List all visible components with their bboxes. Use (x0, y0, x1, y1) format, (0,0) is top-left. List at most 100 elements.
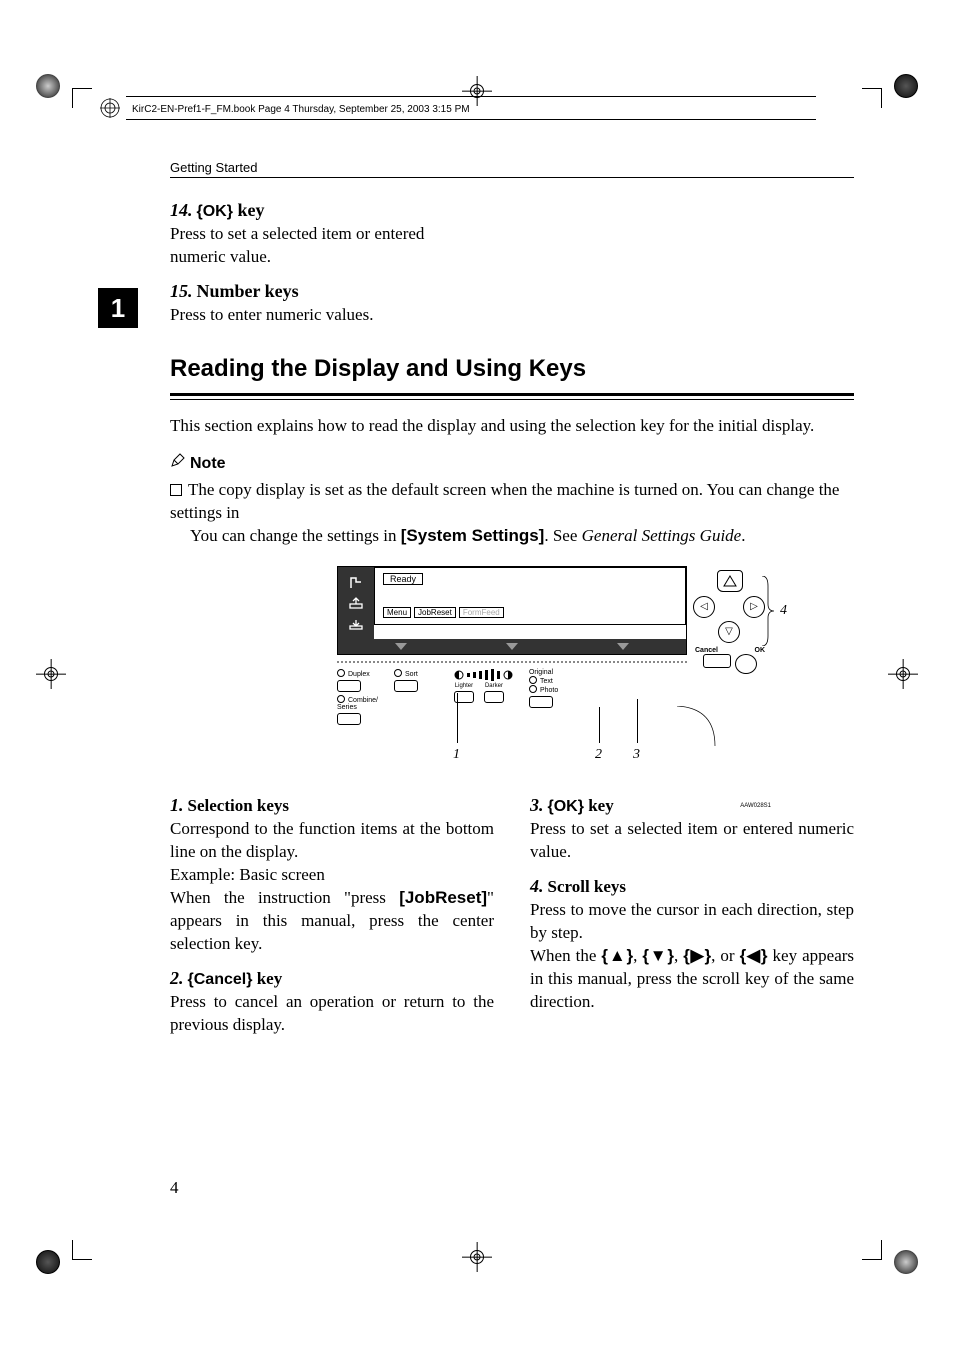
crop-mark-bl (36, 1250, 60, 1274)
crop-mark-br (894, 1250, 918, 1274)
duplex-label: Duplex (348, 671, 370, 678)
item-4-p2: When the {▲}, {▼}, {▶}, or {◀} key appea… (530, 945, 854, 1014)
darker-button (484, 691, 504, 703)
item-14-body: Press to set a selected item or entered … (170, 223, 480, 269)
item-1-jobreset-key: [JobReset] (399, 888, 487, 907)
item-15-title: Number keys (197, 281, 299, 301)
pencil-icon (170, 455, 190, 472)
description-columns: 1. Selection keys Correspond to the func… (170, 795, 854, 1049)
left-column: 1. Selection keys Correspond to the func… (170, 795, 494, 1049)
note-block: Note (170, 452, 854, 473)
h2-rule-bottom (170, 399, 854, 400)
paper-icon (348, 575, 364, 589)
output-icon (348, 617, 364, 631)
note-text-pre: The copy display is set as the default s… (170, 480, 839, 522)
registration-left (36, 659, 66, 689)
chapter-number: 1 (111, 293, 125, 324)
corner-mark-tl (72, 88, 92, 108)
page-content: Getting Started 14. {OK} key Press to se… (170, 160, 854, 1048)
arrow-right-key: ▶ (690, 946, 705, 965)
density-group: Lighter Darker (454, 669, 513, 703)
nav-left: ◁ (693, 596, 715, 618)
callout-4: 4 (760, 576, 787, 646)
darker-icon (503, 670, 513, 680)
item-15-body: Press to enter numeric values. (170, 304, 854, 327)
item-4-p1: Press to move the cursor in each directi… (530, 899, 854, 945)
lighter-icon (454, 670, 464, 680)
nav-pad: ◁ ▷ ▽ Cancel OK (691, 570, 769, 674)
callout-3: 3 (633, 747, 640, 763)
document-path-text: KirC2-EN-Pref1-F_FM.book Page 4 Thursday… (132, 104, 470, 115)
note-system-settings: [System Settings] (401, 526, 545, 545)
item-3-suffix: key (584, 796, 614, 815)
ok-button (735, 654, 757, 674)
note-ref: General Settings Guide (582, 526, 742, 545)
item-14: 14. {OK} key Press to set a selected ite… (170, 200, 854, 269)
item-1-title: Selection keys (188, 796, 290, 815)
arrow-left-key: ◀ (746, 946, 761, 965)
item-1-number: 1. (170, 795, 184, 815)
escape-button (717, 570, 743, 592)
softkey-1 (395, 643, 407, 650)
note-bullet-icon (170, 484, 182, 496)
item-2-suffix: key (252, 969, 282, 988)
note-text-post: . (741, 526, 745, 545)
item-3-number: 3. (530, 795, 544, 815)
nav-cancel-label: Cancel (695, 647, 718, 654)
item-1: 1. Selection keys Correspond to the func… (170, 795, 494, 956)
crop-mark-tl (36, 74, 60, 98)
softkey-2 (506, 643, 518, 650)
callout-2: 2 (595, 747, 602, 763)
callout-1: 1 (453, 747, 460, 763)
lighter-label: Lighter (454, 683, 474, 689)
arrow-down-key: ▼ (649, 946, 667, 965)
control-panel-diagram: Ready Menu JobReset FormFeed (170, 566, 854, 771)
section-header: Getting Started (170, 160, 854, 175)
lcd-ready-label: Ready (383, 573, 423, 585)
item-2: 2. {Cancel} key Press to cancel an opera… (170, 968, 494, 1037)
note-continue: You can change the settings in (190, 526, 401, 545)
item-2-body: Press to cancel an operation or return t… (170, 991, 494, 1037)
photo-label: Photo (540, 687, 558, 694)
item-4-title: Scroll keys (548, 877, 627, 896)
item-3-body: Press to set a selected item or entered … (530, 818, 854, 864)
note-label: Note (190, 455, 226, 472)
sort-label: Sort (405, 671, 418, 678)
text-label: Text (540, 678, 553, 685)
item-14-number: 14. (170, 200, 193, 220)
item-4-number: 4. (530, 876, 544, 896)
softkey-3 (617, 643, 629, 650)
original-button (529, 696, 553, 708)
lcd-jobreset-button: JobReset (414, 607, 456, 618)
intro-text: This section explains how to read the di… (170, 415, 854, 438)
item-2-number: 2. (170, 968, 184, 988)
lcd-formfeed-button: FormFeed (459, 607, 504, 618)
cancel-button (703, 654, 731, 668)
registration-bottom (462, 1242, 492, 1272)
corner-mark-bl (72, 1240, 92, 1260)
corner-mark-br (862, 1240, 882, 1260)
h2-rule-top (170, 393, 854, 396)
nav-ok-label: OK (755, 647, 766, 654)
item-1-p3: When the instruction "press [JobReset]" … (170, 887, 494, 956)
corner-mark-tr (862, 88, 882, 108)
note-body: The copy display is set as the default s… (170, 479, 854, 548)
item-1-p2: Example: Basic screen (170, 864, 494, 887)
lcd-menu-button: Menu (383, 607, 411, 618)
duplex-group: Duplex Combine/ Series (337, 669, 378, 725)
registration-inline-icon (100, 98, 120, 118)
softkey-row (338, 639, 686, 654)
darker-label: Darker (484, 683, 504, 689)
right-column: 3. {OK} key Press to set a selected item… (530, 795, 854, 1049)
lcd-screen: Ready Menu JobReset FormFeed (374, 567, 686, 625)
note-text-mid: . See (544, 526, 581, 545)
sort-group: Sort (394, 669, 418, 692)
original-label: Original (529, 669, 553, 676)
registration-right (888, 659, 918, 689)
duplex-button (337, 680, 361, 692)
arrow-up-key: ▲ (608, 946, 626, 965)
section-header-rule (170, 177, 854, 178)
page-number: 4 (170, 1178, 179, 1198)
section-h2: Reading the Display and Using Keys (170, 355, 854, 383)
density-indicator (454, 669, 513, 681)
